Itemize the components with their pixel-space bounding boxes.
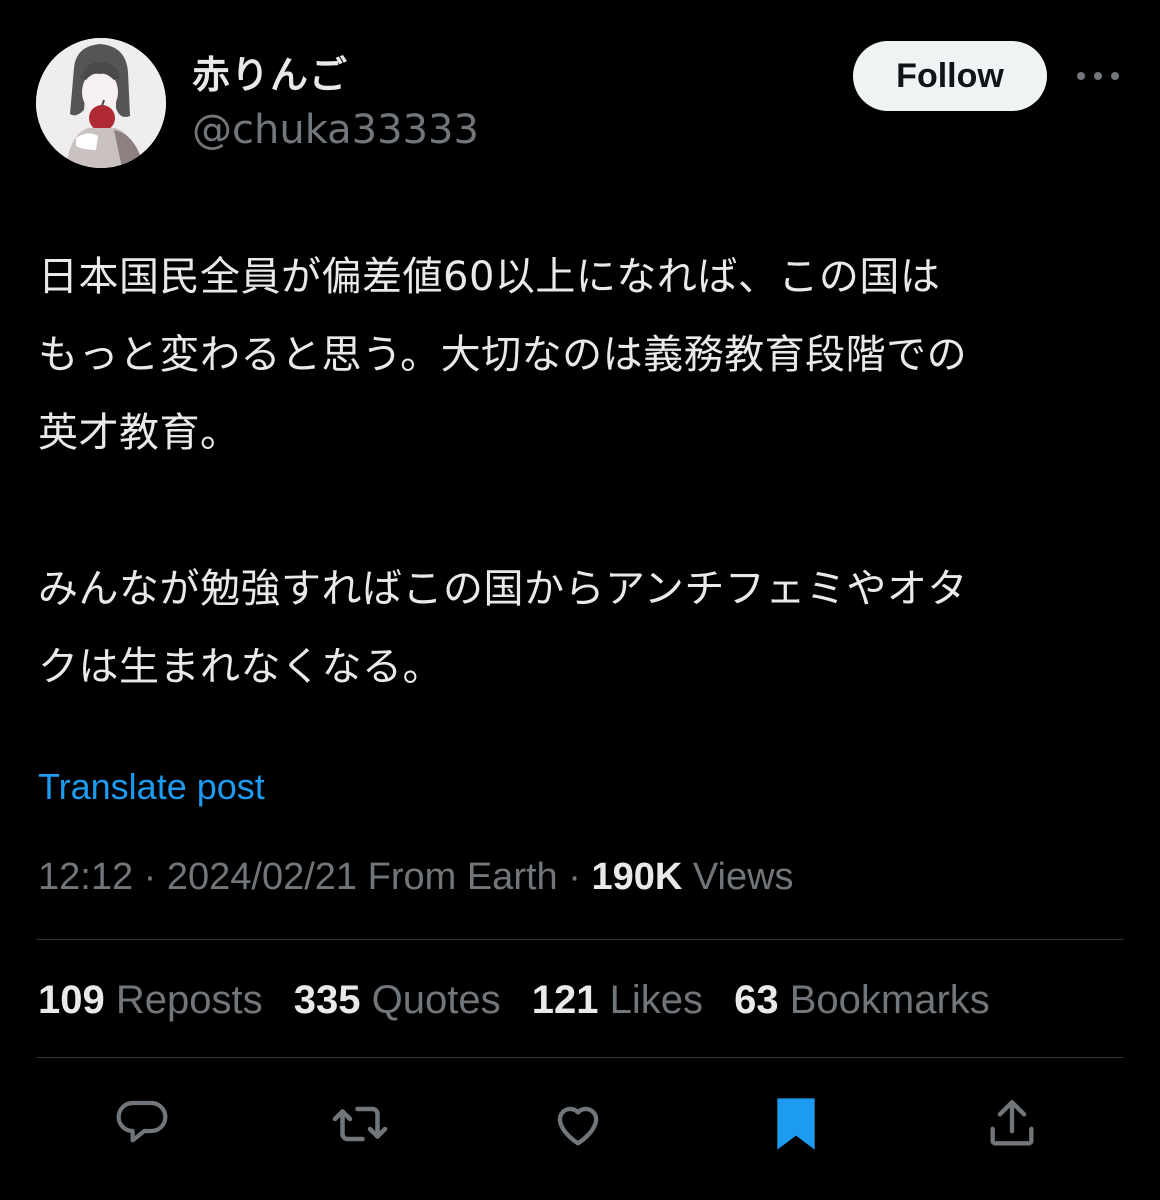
post-meta: 12:12 · 2024/02/21 From Earth · 190K Vie… [38, 852, 794, 902]
repost-button[interactable] [328, 1092, 392, 1156]
divider [36, 939, 1124, 940]
share-button[interactable] [980, 1092, 1044, 1156]
like-icon [557, 1106, 599, 1146]
meta-separator: · [133, 856, 167, 898]
repost-icon [332, 1106, 388, 1142]
likes-count: 121 [531, 978, 599, 1022]
likes-stat[interactable]: 121 Likes [532, 978, 703, 1022]
views-label: Views [692, 856, 794, 898]
post-paragraph: 日本国民全員が偏差値60以上になれば、この国は もっと変わると思う。大切なのは義… [38, 254, 968, 456]
post-paragraph: みんなが勉強すればこの国からアンチフェミやオタ クは生まれなくなる。 [38, 566, 968, 690]
bookmark-button[interactable] [764, 1092, 828, 1156]
like-button[interactable] [546, 1092, 610, 1156]
avatar-image [36, 38, 166, 168]
more-options-icon[interactable] [1073, 56, 1123, 96]
translate-post-link[interactable]: Translate post [38, 764, 265, 810]
meta-separator: · [557, 856, 592, 898]
reply-icon [116, 1100, 168, 1143]
bookmarks-count: 63 [734, 978, 779, 1022]
post-time[interactable]: 12:12 [38, 856, 133, 898]
reposts-count: 109 [38, 978, 105, 1022]
divider [36, 1057, 1124, 1058]
quotes-count: 335 [293, 978, 361, 1022]
bookmarks-label: Bookmarks [789, 978, 990, 1022]
author-handle[interactable]: @chuka33333 [192, 106, 479, 154]
quotes-stat[interactable]: 335 Quotes [294, 978, 501, 1022]
post-date[interactable]: 2024/02/21 [167, 856, 357, 898]
post-source: From Earth [367, 856, 558, 898]
reposts-stat[interactable]: 109 Reposts [38, 978, 263, 1022]
engagement-stats: 109 Reposts 335 Quotes 121 Likes 63 Book… [38, 974, 1010, 1026]
likes-label: Likes [609, 978, 703, 1022]
follow-button[interactable]: Follow [853, 41, 1047, 111]
post-text: 日本国民全員が偏差値60以上になれば、この国は もっと変わると思う。大切なのは義… [38, 238, 1128, 706]
avatar[interactable] [36, 38, 166, 168]
reposts-label: Reposts [115, 978, 263, 1022]
views-count: 190K [591, 856, 683, 898]
quotes-label: Quotes [371, 978, 501, 1022]
author-display-name[interactable]: 赤りんご [192, 52, 348, 98]
bookmark-icon [777, 1098, 815, 1150]
bookmarks-stat[interactable]: 63 Bookmarks [734, 978, 990, 1022]
share-icon [990, 1100, 1034, 1146]
reply-button[interactable] [110, 1092, 174, 1156]
